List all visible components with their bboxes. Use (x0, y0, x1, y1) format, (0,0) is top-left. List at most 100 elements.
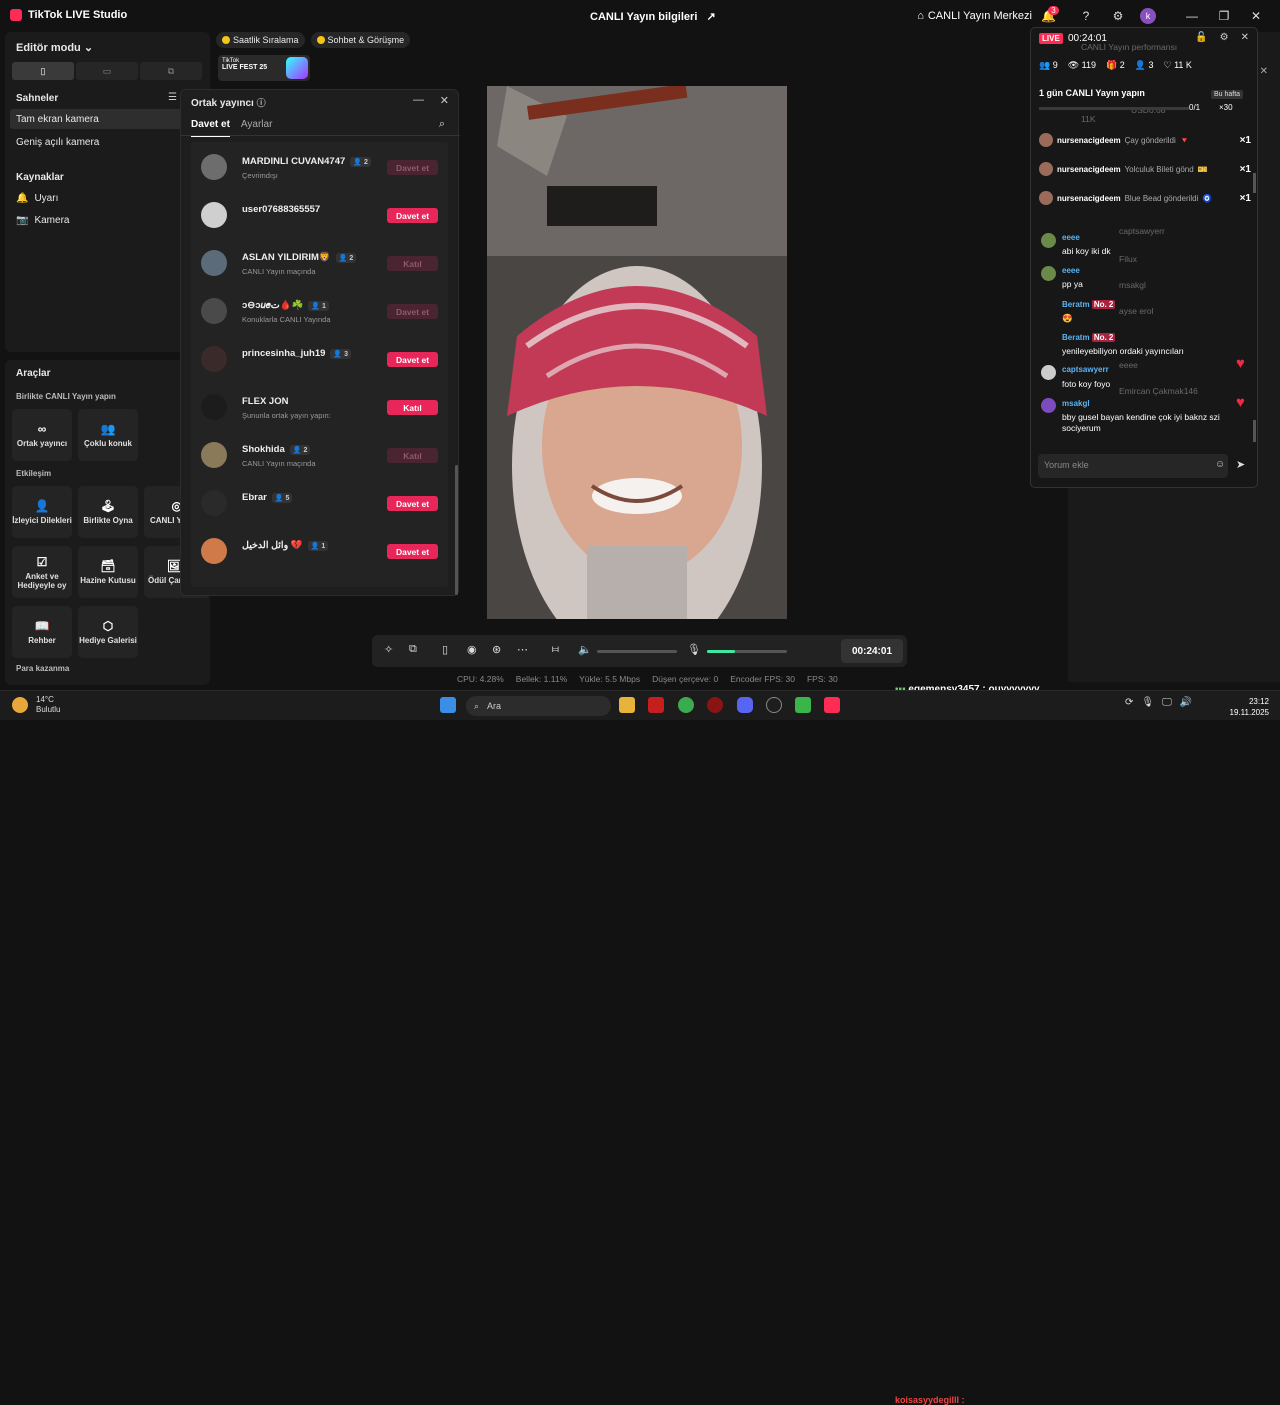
poll-tool[interactable]: ☑ Anket ve Hediyeyle oy (12, 546, 72, 598)
avatar[interactable] (201, 490, 227, 516)
settings-gear-icon[interactable]: ⚙ (1108, 6, 1128, 26)
phone-icon[interactable]: ▯ (442, 643, 448, 656)
refresh-icon[interactable]: ⟳ (1125, 697, 1133, 708)
close-icon[interactable]: ✕ (1241, 32, 1249, 43)
chat-call-pill[interactable]: Sohbet & Görüşme (310, 32, 411, 48)
editor-mode-dropdown[interactable]: Editör modu ⌄ (16, 41, 93, 54)
avatar[interactable] (201, 538, 227, 564)
live-info-title[interactable]: CANLI Yayın bilgileri ↗ (590, 10, 716, 23)
volume-slider[interactable] (597, 650, 677, 653)
app-icon[interactable] (766, 697, 782, 713)
source-item-alert[interactable]: 🔔 Uyarı (16, 193, 58, 204)
avatar[interactable] (201, 346, 227, 372)
share-icon[interactable]: ↗ (706, 11, 715, 23)
close-icon[interactable]: ✕ (1246, 6, 1266, 26)
magic-effects-icon[interactable]: ✧ (384, 643, 393, 656)
scene-item[interactable]: Tam ekran kamera (10, 109, 205, 129)
invite-button[interactable]: Davet et (387, 496, 438, 511)
close-icon[interactable]: ✕ (440, 94, 449, 107)
join-button[interactable]: Katıl (387, 256, 438, 271)
avatar[interactable] (201, 298, 227, 324)
layout-icon[interactable]: ⧉ (409, 643, 417, 656)
clock[interactable]: 23:12 19.11.2025 (1230, 696, 1269, 718)
minimize-icon[interactable]: — (1182, 6, 1202, 26)
comment-input[interactable]: Yorum ekle (1038, 454, 1228, 478)
live-center-link[interactable]: ⌂ CANLI Yayın Merkezi (917, 10, 1032, 22)
treasure-box-tool[interactable]: 🗃 Hazine Kutusu (78, 546, 138, 598)
file-explorer-icon[interactable] (619, 697, 635, 713)
avatar[interactable] (201, 442, 227, 468)
play-together-tool[interactable]: 🕹 Birlikte Oyna (78, 486, 138, 538)
invite-button[interactable]: Davet et (387, 208, 438, 223)
notification-bell-icon[interactable]: 🔔 3 (1041, 5, 1064, 26)
info-icon[interactable]: ⓘ (257, 98, 266, 108)
chat-username[interactable]: captsawyerr (1062, 365, 1109, 374)
send-icon[interactable]: ➤ (1236, 458, 1245, 471)
play-icon[interactable] (795, 697, 811, 713)
avatar[interactable]: k (1140, 8, 1156, 24)
mic-icon[interactable]: 🎙 (687, 643, 701, 656)
mic-icon[interactable]: 🎙 (1141, 697, 1154, 708)
avatar[interactable] (201, 394, 227, 420)
weather-widget[interactable]: 14°C Bulutlu (12, 695, 60, 715)
chat-username[interactable]: msakgl (1062, 399, 1090, 408)
join-button[interactable]: Katıl (387, 448, 438, 463)
chat-username: Beratm (1062, 333, 1090, 342)
maximize-icon[interactable]: ❐ (1214, 6, 1234, 26)
viewer-requests-tool[interactable]: 👤 İzleyici Dilekleri (12, 486, 72, 538)
source-item-camera[interactable]: 📷 Kamera (16, 215, 69, 226)
scrollbar[interactable] (1253, 173, 1256, 193)
settings-icon[interactable]: ⚙ (1220, 32, 1229, 43)
multi-guest-tool[interactable]: 👥 Çoklu konuk (78, 409, 138, 461)
cohost-tool[interactable]: ∞ Ortak yayıncı (12, 409, 72, 461)
scrollbar[interactable] (455, 465, 458, 595)
netflix-icon[interactable] (648, 697, 664, 713)
landscape-mode-button[interactable]: ▭ (76, 62, 138, 80)
speaker-icon[interactable]: 🔈 (578, 643, 592, 656)
avatar[interactable] (201, 202, 227, 228)
scrollbar[interactable] (1253, 420, 1256, 442)
scene-item[interactable]: Geniş açılı kamera (10, 132, 205, 152)
more-icon[interactable]: ⋯ (517, 643, 528, 656)
sliders-icon[interactable]: ⧦ (552, 643, 559, 656)
speaker-icon[interactable]: 🔊 (1180, 697, 1192, 708)
dual-mode-button[interactable]: ⧉ (140, 62, 202, 80)
lock-icon[interactable]: 🔓 (1195, 32, 1207, 43)
join-button[interactable]: Katıl (387, 400, 438, 415)
camera-switch-icon[interactable]: ⊛ (492, 643, 501, 656)
discord-icon[interactable] (737, 697, 753, 713)
this-week-badge[interactable]: Bu hafta (1211, 90, 1244, 99)
cohost-list[interactable]: MARDINLI CUVAN4747 👤 2 Çevrimdışı Davet et u… (191, 142, 448, 587)
tiktok-live-studio-icon[interactable] (824, 697, 840, 713)
minimize-icon[interactable]: — (413, 94, 424, 106)
landscape-icon: ▭ (102, 65, 112, 76)
gift-gallery-tool[interactable]: ⬡ Hediye Galerisi (78, 606, 138, 658)
scene-list-icon[interactable]: ☰ (168, 92, 177, 103)
chat-username[interactable]: eeee (1062, 266, 1080, 275)
avatar[interactable] (201, 250, 227, 276)
help-icon[interactable]: ? (1076, 6, 1096, 26)
portrait-mode-button[interactable]: ▯ (12, 62, 74, 80)
invite-button[interactable]: Davet et (387, 304, 438, 319)
record-icon[interactable]: ◉ (467, 643, 477, 656)
chat-user-badge[interactable]: Beratm No. 2 (1062, 300, 1116, 309)
monitor-icon[interactable]: 🖵 (1162, 697, 1172, 708)
avatar[interactable] (201, 154, 227, 180)
invite-button[interactable]: Davet et (387, 544, 438, 559)
chat-user-badge[interactable]: Beratm No. 2 (1062, 333, 1116, 342)
guide-tool[interactable]: 📖 Rehber (12, 606, 72, 658)
live-fest-banner[interactable]: TikTok LIVE FEST 25 (218, 55, 310, 81)
chrome-icon[interactable] (678, 697, 694, 713)
mic-slider[interactable] (707, 650, 787, 653)
windows-start-icon[interactable] (440, 697, 456, 713)
taskbar-search[interactable]: ⌕ Ara (466, 696, 611, 716)
chat-username[interactable]: eeee (1062, 233, 1080, 242)
hourly-ranking-pill[interactable]: Saatlik Sıralama (216, 32, 305, 48)
chevron-down-icon: ⌄ (83, 42, 94, 54)
close-icon[interactable]: ✕ (1260, 66, 1268, 77)
emoji-icon[interactable]: ☺ (1215, 459, 1225, 470)
invite-button[interactable]: Davet et (387, 352, 438, 367)
app-icon[interactable] (707, 697, 723, 713)
invite-button[interactable]: Davet et (387, 160, 438, 175)
search-icon[interactable]: ⌕ (439, 118, 445, 131)
